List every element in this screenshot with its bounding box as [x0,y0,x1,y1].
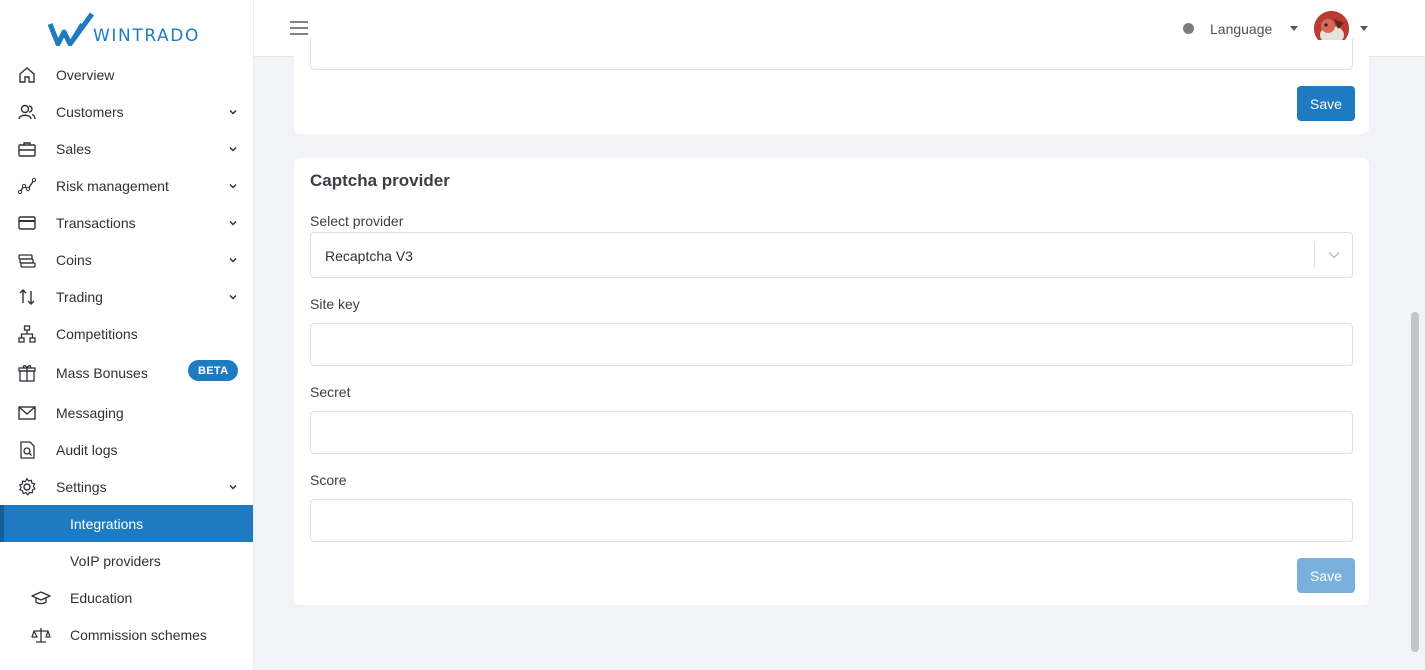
chart-line-icon [17,177,37,195]
sidebar-item-messaging[interactable]: Messaging [0,394,253,431]
sidebar-item-transactions[interactable]: Transactions [0,204,253,241]
chevron-down-icon [229,294,237,300]
sidebar-item-settings[interactable]: Settings [0,468,253,505]
status-indicator [1183,23,1194,34]
provider-select[interactable]: Recaptcha V3 [310,232,1353,278]
sidebar-item-label: Mass Bonuses [56,365,148,381]
page-scrollbar[interactable] [1411,312,1419,652]
sidebar-item-label: Sales [56,141,92,157]
sidebar-item-label: Messaging [56,405,124,421]
save-button[interactable]: Save [1297,86,1355,121]
sidebar-item-label: Overview [56,67,115,83]
sidebar-item-mass-bonuses[interactable]: Mass Bonuses BETA [0,352,253,394]
logo-mark-icon [48,12,94,46]
sidebar-item-label: Audit logs [56,442,118,458]
select-separator [1314,242,1315,268]
coins-icon [18,254,36,268]
graduation-cap-icon [31,591,51,605]
score-input[interactable] [310,499,1353,542]
chevron-down-icon [229,220,237,226]
chevron-down-icon [229,109,237,115]
gift-icon [18,365,36,382]
brand-name: WINTRADO [93,26,200,46]
scale-icon [31,628,51,643]
secret-input[interactable] [310,411,1353,454]
hamburger-menu-icon[interactable] [290,20,308,36]
credit-card-icon [18,216,36,230]
provider-label: Select provider [310,213,404,229]
site-key-input[interactable] [310,323,1353,366]
chevron-down-icon[interactable] [1328,250,1340,260]
beta-badge: BETA [188,360,239,381]
envelope-icon [18,406,36,420]
sidebar-item-competitions[interactable]: Competitions [0,315,253,352]
sidebar-item-risk-management[interactable]: Risk management [0,167,253,204]
site-key-label: Site key [310,296,360,312]
sidebar: WINTRADO Overview Customers Sales Risk m… [0,0,254,670]
sidebar-item-voip-providers[interactable]: VoIP providers [0,542,253,579]
chevron-down-icon [229,484,237,490]
sidebar-nav: Overview Customers Sales Risk management… [0,56,253,653]
provider-selected-value: Recaptcha V3 [325,248,413,264]
score-label: Score [310,472,347,488]
sidebar-item-label: Integrations [70,516,144,532]
card-title: Captcha provider [310,171,450,190]
chevron-down-icon [229,257,237,263]
logo[interactable]: WINTRADO [48,12,200,46]
user-menu-caret-icon[interactable] [1360,26,1368,31]
sitemap-icon [18,325,36,343]
chevron-down-icon [229,183,237,189]
sidebar-item-trading[interactable]: Trading [0,278,253,315]
captcha-save-button[interactable]: Save [1297,558,1355,593]
sidebar-item-label: Coins [56,252,92,268]
captcha-provider-card: Captcha provider Select provider Recaptc… [294,158,1369,605]
previous-settings-card: Save [294,38,1369,134]
home-icon [19,67,35,83]
sidebar-item-overview[interactable]: Overview [0,56,253,93]
sidebar-item-label: Settings [56,479,107,495]
chevron-down-icon [229,146,237,152]
sidebar-item-label: Transactions [56,215,136,231]
language-caret-icon[interactable] [1290,26,1298,31]
sidebar-item-label: Education [70,590,133,606]
language-selector[interactable]: Language [1210,21,1272,37]
file-search-icon [20,441,35,459]
sidebar-item-commission-schemes[interactable]: Commission schemes [0,616,253,653]
sidebar-item-audit-logs[interactable]: Audit logs [0,431,253,468]
sidebar-item-label: Competitions [56,326,138,342]
gear-icon [19,477,36,496]
sidebar-item-integrations[interactable]: Integrations [0,505,253,542]
sidebar-item-sales[interactable]: Sales [0,130,253,167]
arrows-up-down-icon [19,289,35,305]
sidebar-item-label: Risk management [56,178,169,194]
sidebar-item-label: Customers [56,104,124,120]
previous-input-field[interactable] [310,38,1353,70]
sidebar-item-label: Trading [56,289,103,305]
sidebar-item-coins[interactable]: Coins [0,241,253,278]
briefcase-icon [18,142,36,157]
sidebar-item-education[interactable]: Education [0,579,253,616]
sidebar-item-customers[interactable]: Customers [0,93,253,130]
secret-label: Secret [310,384,351,400]
sidebar-item-label: VoIP providers [70,553,161,569]
users-icon [18,104,36,120]
sidebar-item-label: Commission schemes [70,627,207,643]
